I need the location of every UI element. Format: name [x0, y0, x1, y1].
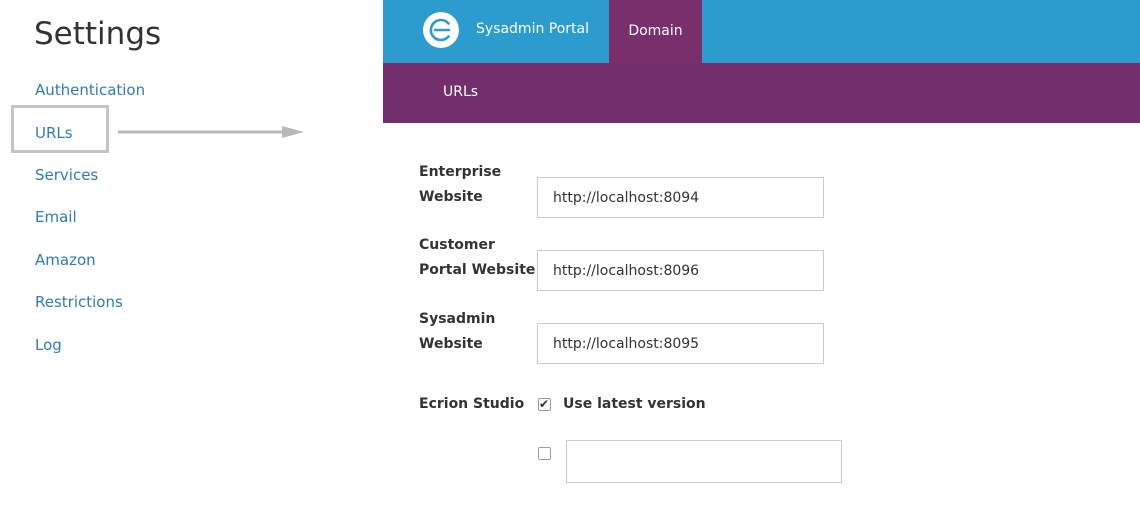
sysadmin-website-label: Sysadmin Website	[419, 307, 495, 357]
nav-item-email[interactable]: Email	[35, 208, 77, 226]
nav-item-restrictions[interactable]: Restrictions	[35, 293, 123, 311]
enterprise-website-label: Enterprise Website	[419, 160, 501, 210]
top-nav-bar: Sysadmin Portal Domain	[383, 0, 1140, 63]
urls-highlight-box	[11, 105, 109, 153]
nav-item-services[interactable]: Services	[35, 166, 98, 184]
sysadmin-label-line2: Website	[419, 336, 483, 352]
sysadmin-website-input[interactable]	[537, 323, 824, 364]
ecrion-logo-icon[interactable]	[423, 12, 459, 48]
app-window: Sysadmin Portal Domain URLs Enterprise W…	[383, 0, 1140, 506]
enterprise-website-input[interactable]	[537, 177, 824, 218]
arrow-right-icon	[118, 126, 304, 138]
customer-portal-website-label: Customer Portal Website	[419, 233, 535, 283]
use-latest-version-checkbox[interactable]: ✔	[538, 397, 551, 411]
nav-item-amazon[interactable]: Amazon	[35, 251, 96, 269]
nav-item-authentication[interactable]: Authentication	[35, 81, 145, 99]
ecrion-studio-label: Ecrion Studio	[419, 396, 525, 412]
sub-nav-bar: URLs	[383, 63, 1140, 123]
checkmark-icon: ✔	[539, 397, 550, 411]
enterprise-label-line2: Website	[419, 189, 483, 205]
portal-name[interactable]: Sysadmin Portal	[476, 21, 589, 37]
custom-version-checkbox[interactable]	[538, 447, 551, 460]
tab-domain[interactable]: Domain	[609, 0, 702, 63]
customer-portal-website-input[interactable]	[537, 250, 824, 291]
customer-label-line2: Portal Website	[419, 262, 536, 278]
settings-title: Settings	[34, 16, 162, 52]
enterprise-label-line1: Enterprise	[419, 164, 502, 180]
customer-label-line1: Customer	[419, 237, 495, 253]
nav-item-log[interactable]: Log	[35, 336, 62, 354]
use-latest-version-label[interactable]: Use latest version	[563, 396, 706, 412]
sysadmin-label-line1: Sysadmin	[419, 311, 496, 327]
subtab-urls[interactable]: URLs	[443, 84, 478, 100]
custom-version-input[interactable]	[566, 440, 842, 483]
